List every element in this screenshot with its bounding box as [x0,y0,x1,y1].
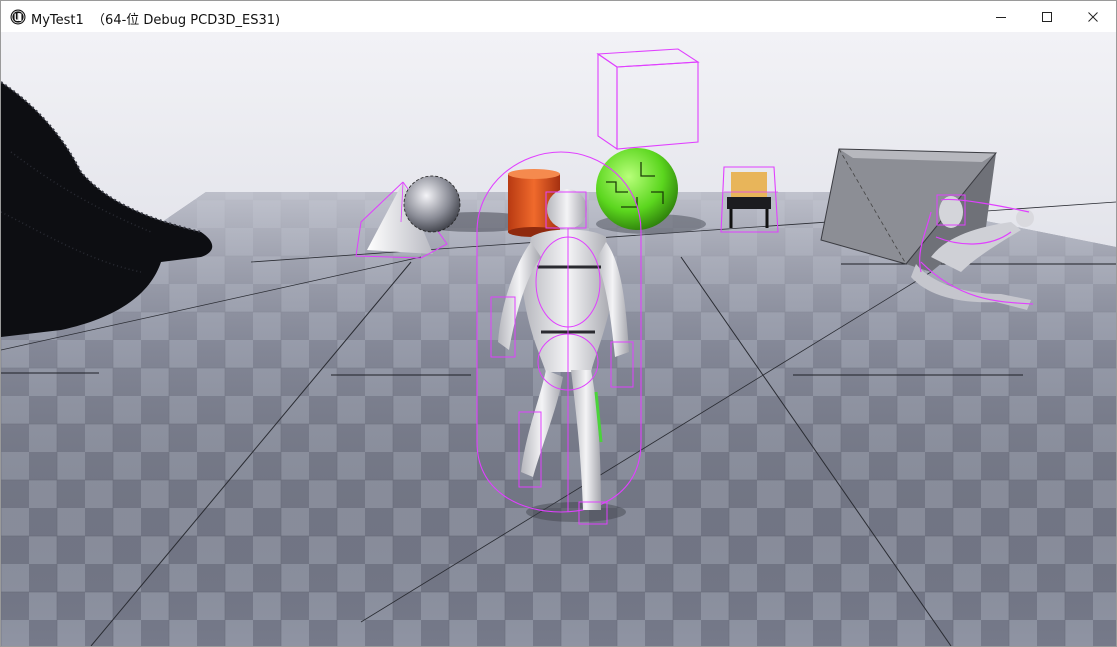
minimize-icon [996,16,1006,18]
sphere-metal [403,175,461,233]
sphere-green [596,148,678,230]
game-viewport[interactable] [1,32,1116,646]
title-bar[interactable]: MyTest1 （64-位 Debug PCD3D_ES31) [1,1,1116,32]
maximize-icon [1042,11,1052,22]
window-title: MyTest1 （64-位 Debug PCD3D_ES31) [31,13,281,28]
scene-render [1,32,1116,646]
minimize-button[interactable] [978,1,1024,32]
unreal-engine-logo-icon [10,9,26,25]
maximize-button[interactable] [1024,1,1070,32]
close-icon [1088,11,1098,22]
game-window: MyTest1 （64-位 Debug PCD3D_ES31) [0,0,1117,647]
close-button[interactable] [1070,1,1116,32]
